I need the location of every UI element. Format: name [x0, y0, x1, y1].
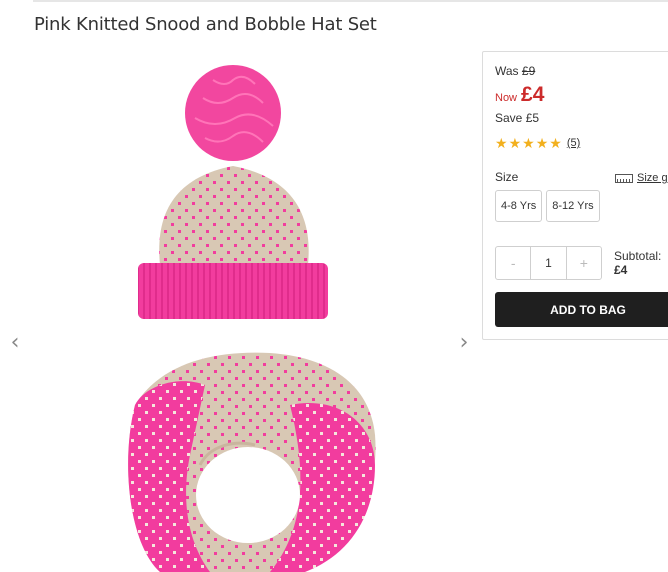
purchase-panel: Was £9 Now £4 Save £5 ★ ★ ★ ★ ★ (5) Size…	[482, 51, 668, 340]
star-icon: ★	[495, 135, 508, 151]
star-icon: ★	[549, 135, 562, 151]
chevron-right-icon[interactable]: ›	[454, 332, 474, 354]
snood-product-image[interactable]	[120, 345, 380, 572]
now-price-row: Now £4	[495, 83, 544, 107]
size-label: Size	[495, 170, 519, 184]
review-count-link[interactable]: (5)	[567, 137, 580, 149]
size-guide-label: Size gu	[637, 172, 668, 184]
subtotal-label: Subtotal:	[614, 249, 662, 263]
hat-product-image[interactable]	[133, 58, 333, 323]
was-price-row: Was £9	[495, 64, 535, 78]
was-label: Was	[495, 64, 519, 78]
chevron-left-icon[interactable]: ‹	[5, 332, 25, 354]
star-icon: ★	[522, 135, 535, 151]
subtotal-value: £4	[614, 263, 628, 277]
now-price: £4	[521, 83, 545, 106]
page-title: Pink Knitted Snood and Bobble Hat Set	[34, 14, 377, 35]
save-row: Save £5	[495, 111, 539, 125]
star-icon: ★	[535, 135, 549, 151]
save-amount: £5	[525, 111, 540, 125]
subtotal: Subtotal: £4	[614, 249, 661, 277]
quantity-decrease-button[interactable]: -	[496, 247, 530, 279]
size-option-8-12[interactable]: 8-12 Yrs	[546, 190, 600, 222]
quantity-input[interactable]: 1	[530, 247, 567, 279]
top-divider	[33, 0, 668, 2]
ruler-icon	[615, 173, 633, 183]
rating-row[interactable]: ★ ★ ★ ★ ★ (5)	[495, 136, 580, 150]
size-option-4-8[interactable]: 4-8 Yrs	[495, 190, 543, 222]
add-to-bag-button[interactable]: ADD TO BAG	[495, 292, 668, 327]
was-price: £9	[521, 64, 536, 78]
quantity-increase-button[interactable]: +	[567, 247, 601, 279]
size-guide-link[interactable]: Size gu	[615, 172, 668, 184]
star-icon: ★	[508, 135, 522, 151]
save-label: Save	[495, 111, 523, 125]
size-options: 4-8 Yrs 8-12 Yrs	[495, 190, 604, 222]
now-label: Now	[495, 92, 518, 104]
quantity-stepper: - 1 +	[495, 246, 602, 280]
